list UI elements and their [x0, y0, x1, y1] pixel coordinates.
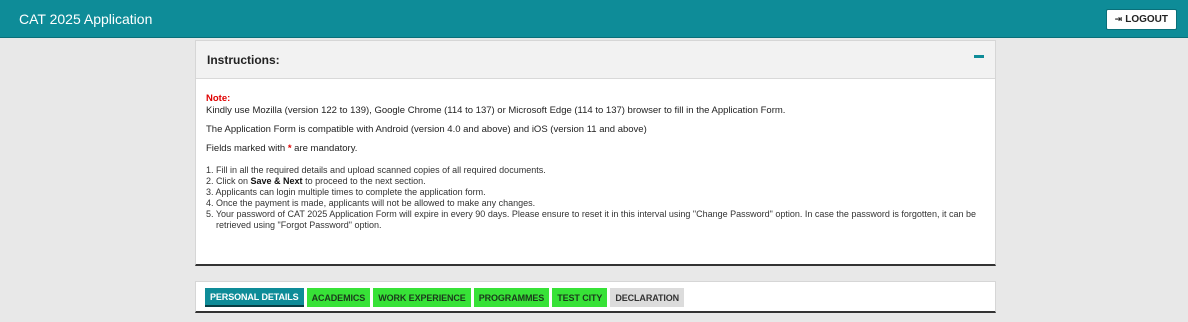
tab-declaration[interactable]: DECLARATION	[610, 288, 685, 307]
step-2-prefix: 2. Click on	[206, 176, 251, 186]
tab-work-experience[interactable]: WORK EXPERIENCE	[373, 288, 471, 307]
top-bar: CAT 2025 Application ⇥ LOGOUT	[0, 0, 1188, 38]
step-2-suffix: to proceed to the next section.	[302, 176, 426, 186]
step-5: 5. Your password of CAT 2025 Application…	[206, 209, 976, 230]
note-label: Note:	[206, 93, 231, 104]
tab-personal-details[interactable]: PERSONAL DETAILS	[205, 288, 304, 307]
tab-programmes[interactable]: PROGRAMMES	[473, 288, 550, 307]
instructions-panel: Instructions: Note: Kindly use Mozilla (…	[195, 40, 996, 266]
logout-button[interactable]: ⇥ LOGOUT	[1105, 9, 1177, 30]
step-3: 3. Applicants can login multiple times t…	[206, 187, 486, 197]
step-2-bold: Save & Next	[250, 176, 303, 186]
tab-academics[interactable]: ACADEMICS	[306, 288, 371, 307]
tab-test-city[interactable]: TEST CITY	[552, 288, 608, 307]
logout-icon: ⇥	[1114, 14, 1123, 24]
app-title: CAT 2025 Application	[19, 11, 153, 27]
mandatory-suffix: are mandatory.	[291, 143, 358, 154]
instructions-body: Note: Kindly use Mozilla (version 122 to…	[196, 79, 995, 231]
compat-note: The Application Form is compatible with …	[206, 124, 647, 135]
step-2: 2. Click on Save & Next to proceed to th…	[206, 176, 985, 187]
step-4: 4. Once the payment is made, applicants …	[206, 198, 536, 208]
section-tabs: PERSONAL DETAILS ACADEMICS WORK EXPERIEN…	[205, 288, 685, 307]
browser-note: Kindly use Mozilla (version 122 to 139),…	[206, 105, 786, 116]
instruction-steps: 1. Fill in all the required details and …	[206, 165, 985, 231]
collapse-icon[interactable]	[974, 55, 984, 58]
section-tabs-panel: PERSONAL DETAILS ACADEMICS WORK EXPERIEN…	[195, 281, 996, 313]
mandatory-prefix: Fields marked with	[206, 143, 288, 154]
logout-label: LOGOUT	[1125, 14, 1168, 25]
instructions-title: Instructions:	[207, 53, 280, 67]
step-1: 1. Fill in all the required details and …	[206, 165, 546, 175]
instructions-header[interactable]: Instructions:	[196, 41, 995, 79]
mandatory-note: Fields marked with * are mandatory.	[206, 142, 985, 155]
